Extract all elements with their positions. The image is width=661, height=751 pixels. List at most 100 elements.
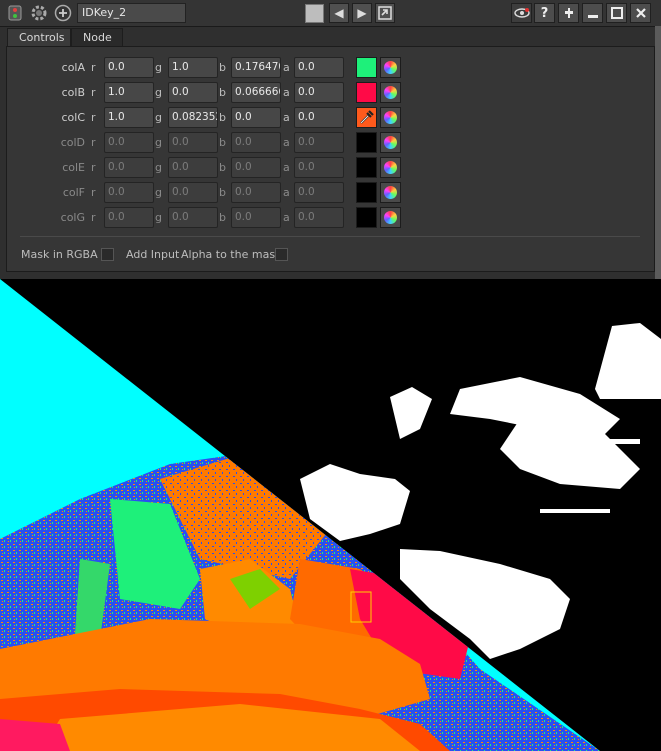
node-icon[interactable] bbox=[5, 3, 25, 23]
eyedropper-icon bbox=[360, 110, 374, 124]
image-viewer[interactable] bbox=[0, 279, 661, 751]
channel-label-r: r bbox=[91, 86, 96, 99]
settings-gear-icon[interactable] bbox=[29, 3, 49, 23]
add-icon[interactable] bbox=[53, 3, 73, 23]
channel-label-r: r bbox=[91, 111, 96, 124]
channel-label-b: b bbox=[219, 211, 226, 224]
channel-label-a: a bbox=[283, 186, 290, 199]
viewer-canvas bbox=[0, 279, 661, 751]
color-swatch[interactable] bbox=[356, 157, 377, 178]
cola-r-field[interactable]: 0.0 bbox=[104, 57, 154, 78]
channel-label-r: r bbox=[91, 211, 96, 224]
channel-label-g: g bbox=[155, 61, 162, 74]
color-wheel-icon[interactable] bbox=[380, 182, 401, 203]
controls-content: colA r 0.0 g 1.0 b 0.176470 a 0.0 colB r 1.0 g 0.0 b 0.… bbox=[6, 46, 655, 272]
channel-label-b: b bbox=[219, 86, 226, 99]
color-swatch[interactable] bbox=[356, 207, 377, 228]
cola-b-field[interactable]: 0.176470 bbox=[231, 57, 281, 78]
colf-r-field[interactable]: 0.0 bbox=[104, 182, 154, 203]
row-label: colE bbox=[62, 161, 85, 174]
channel-label-b: b bbox=[219, 136, 226, 149]
channel-label-r: r bbox=[91, 136, 96, 149]
channel-label-a: a bbox=[283, 136, 290, 149]
cold-r-field[interactable]: 0.0 bbox=[104, 132, 154, 153]
colg-g-field[interactable]: 0.0 bbox=[168, 207, 218, 228]
color-swatch[interactable] bbox=[356, 57, 377, 78]
colb-r-field[interactable]: 1.0 bbox=[104, 82, 154, 103]
color-swatch[interactable] bbox=[356, 82, 377, 103]
help-icon[interactable]: ? bbox=[534, 3, 555, 23]
cole-r-field[interactable]: 0.0 bbox=[104, 157, 154, 178]
node-panel: IDKey_2 ◀ ▶ ? Controls Node colA r 0.0 g 1.0… bbox=[0, 0, 661, 279]
colg-r-field[interactable]: 0.0 bbox=[104, 207, 154, 228]
maximize-icon[interactable] bbox=[606, 3, 627, 23]
tab-node[interactable]: Node bbox=[71, 28, 123, 47]
channel-label-r: r bbox=[91, 161, 96, 174]
panel-scrollbar[interactable] bbox=[655, 26, 661, 279]
cole-g-field[interactable]: 0.0 bbox=[168, 157, 218, 178]
colb-b-field[interactable]: 0.066666 bbox=[231, 82, 281, 103]
color-swatch[interactable] bbox=[356, 132, 377, 153]
channel-label-g: g bbox=[155, 136, 162, 149]
color-wheel-icon[interactable] bbox=[380, 157, 401, 178]
plugin-icon[interactable] bbox=[558, 3, 579, 23]
cola-a-field[interactable]: 0.0 bbox=[294, 57, 344, 78]
channel-label-g: g bbox=[155, 161, 162, 174]
alpha-to-mask-label: Alpha to the mask bbox=[181, 248, 282, 261]
channel-label-g: g bbox=[155, 211, 162, 224]
channel-label-a: a bbox=[283, 161, 290, 174]
color-row-colf: colF r 0.0 g 0.0 b 0.0 a 0.0 bbox=[7, 182, 647, 204]
colc-b-field[interactable]: 0.0 bbox=[231, 107, 281, 128]
row-label: colF bbox=[62, 186, 85, 199]
colf-a-field[interactable]: 0.0 bbox=[294, 182, 344, 203]
colg-b-field[interactable]: 0.0 bbox=[231, 207, 281, 228]
panel-titlebar: IDKey_2 ◀ ▶ ? bbox=[0, 0, 661, 27]
color-row-colb: colB r 1.0 g 0.0 b 0.066666 a 0.0 bbox=[7, 82, 647, 104]
color-row-colg: colG r 0.0 g 0.0 b 0.0 a 0.0 bbox=[7, 207, 647, 229]
colb-g-field[interactable]: 0.0 bbox=[168, 82, 218, 103]
color-wheel-icon[interactable] bbox=[380, 82, 401, 103]
channel-label-b: b bbox=[219, 161, 226, 174]
channel-label-g: g bbox=[155, 111, 162, 124]
cold-a-field[interactable]: 0.0 bbox=[294, 132, 344, 153]
color-swatch[interactable] bbox=[356, 182, 377, 203]
minimize-icon[interactable] bbox=[582, 3, 603, 23]
cold-b-field[interactable]: 0.0 bbox=[231, 132, 281, 153]
viewer-eye-icon[interactable] bbox=[511, 3, 532, 23]
colc-a-field[interactable]: 0.0 bbox=[294, 107, 344, 128]
row-label: colA bbox=[61, 61, 85, 74]
close-icon[interactable] bbox=[630, 3, 651, 23]
color-swatch[interactable] bbox=[356, 107, 377, 128]
colc-g-field[interactable]: 0.082352 bbox=[168, 107, 218, 128]
channel-label-a: a bbox=[283, 86, 290, 99]
channel-label-b: b bbox=[219, 111, 226, 124]
node-color-swatch[interactable] bbox=[305, 4, 324, 23]
mask-in-rgba-checkbox[interactable] bbox=[101, 248, 114, 261]
add-input-label: Add Input bbox=[126, 248, 180, 261]
color-wheel-icon[interactable] bbox=[380, 207, 401, 228]
colf-b-field[interactable]: 0.0 bbox=[231, 182, 281, 203]
cola-g-field[interactable]: 1.0 bbox=[168, 57, 218, 78]
alpha-to-mask-checkbox[interactable] bbox=[275, 248, 288, 261]
color-wheel-icon[interactable] bbox=[380, 107, 401, 128]
colf-g-field[interactable]: 0.0 bbox=[168, 182, 218, 203]
row-label: colC bbox=[61, 111, 85, 124]
undo-icon[interactable] bbox=[375, 3, 395, 23]
node-name-input[interactable]: IDKey_2 bbox=[77, 3, 186, 23]
color-wheel-icon[interactable] bbox=[380, 132, 401, 153]
color-row-colc: colC r 1.0 g 0.082352 b 0.0 a 0.0 bbox=[7, 107, 647, 129]
colc-r-field[interactable]: 1.0 bbox=[104, 107, 154, 128]
color-wheel-icon[interactable] bbox=[380, 57, 401, 78]
separator bbox=[20, 236, 640, 237]
color-row-cola: colA r 0.0 g 1.0 b 0.176470 a 0.0 bbox=[7, 57, 647, 79]
row-label: colG bbox=[60, 211, 85, 224]
cole-a-field[interactable]: 0.0 bbox=[294, 157, 344, 178]
tab-controls[interactable]: Controls bbox=[7, 28, 71, 47]
cole-b-field[interactable]: 0.0 bbox=[231, 157, 281, 178]
cold-g-field[interactable]: 0.0 bbox=[168, 132, 218, 153]
colb-a-field[interactable]: 0.0 bbox=[294, 82, 344, 103]
next-arrow-icon[interactable]: ▶ bbox=[352, 3, 372, 23]
channel-label-a: a bbox=[283, 61, 290, 74]
prev-arrow-icon[interactable]: ◀ bbox=[329, 3, 349, 23]
colg-a-field[interactable]: 0.0 bbox=[294, 207, 344, 228]
